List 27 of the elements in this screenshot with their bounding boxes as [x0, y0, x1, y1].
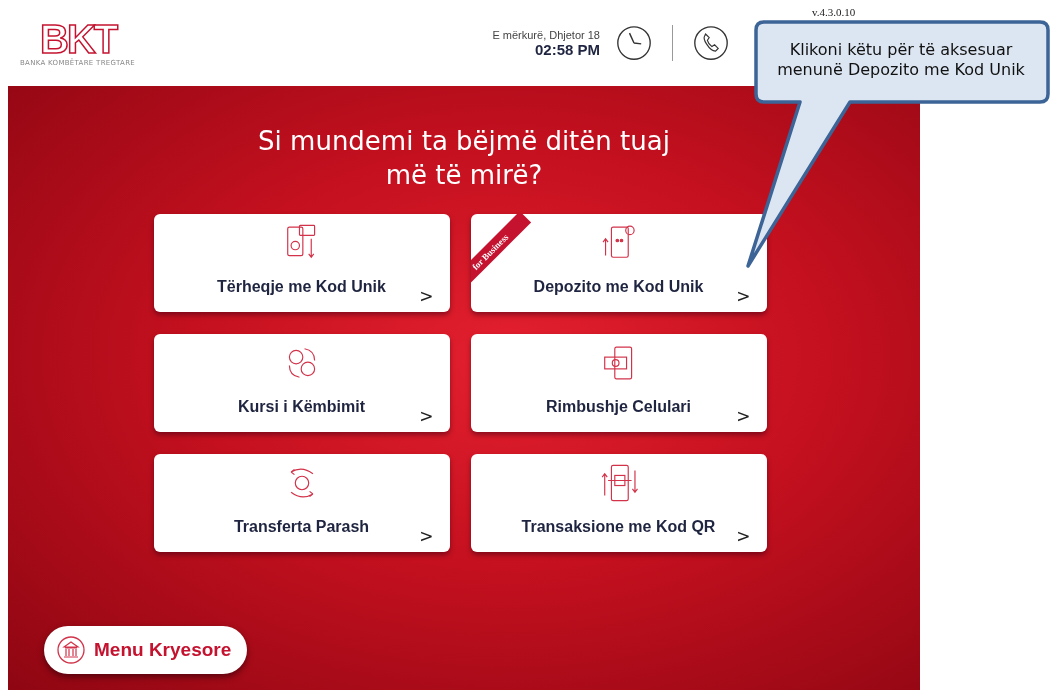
main-menu-button[interactable]: Menu Kryesore [44, 626, 248, 674]
phone-icon[interactable] [693, 25, 729, 61]
bank-globe-icon [56, 635, 86, 665]
service-card[interactable]: Transferta Parash > [153, 454, 450, 552]
bank-logo: BKT [40, 19, 117, 59]
date-text: E mërkurë, Dhjetor 18 [492, 28, 600, 41]
callout-text: Klikoni këtu për të aksesuar menunë Depozito me Kod Unik [776, 40, 1026, 80]
headline: Si mundemi ta bëjmë ditën tuaj më të mirë? [257, 125, 671, 192]
version-text: v.4.3.0.10 [812, 6, 856, 18]
service-label: Transferta Parash [233, 518, 370, 536]
chevron-icon: > [419, 406, 434, 426]
chevron-icon: > [736, 526, 751, 546]
service-card[interactable]: Transaksione me Kod QR > [470, 454, 767, 552]
service-label: Depozito me Kod Unik [533, 278, 704, 296]
service-label: Rimbushje Celulari [546, 398, 691, 416]
service-label: Tërheqje me Kod Unik [217, 278, 386, 296]
service-card[interactable]: Tërheqje me Kod Unik > [153, 214, 450, 312]
chevron-icon: > [736, 406, 751, 426]
service-label: Kursi i Këmbimit [237, 398, 366, 416]
service-card[interactable]: Rimbushje Celulari > [470, 334, 767, 432]
chevron-icon: > [419, 286, 434, 306]
chevron-icon: > [736, 286, 751, 306]
chevron-icon: > [419, 526, 434, 546]
service-card[interactable]: Kursi i Këmbimit > [153, 334, 450, 432]
time-text: 02:58 PM [534, 40, 600, 58]
service-label: Transaksione me Kod QR [521, 518, 716, 536]
clock-icon [616, 25, 652, 61]
